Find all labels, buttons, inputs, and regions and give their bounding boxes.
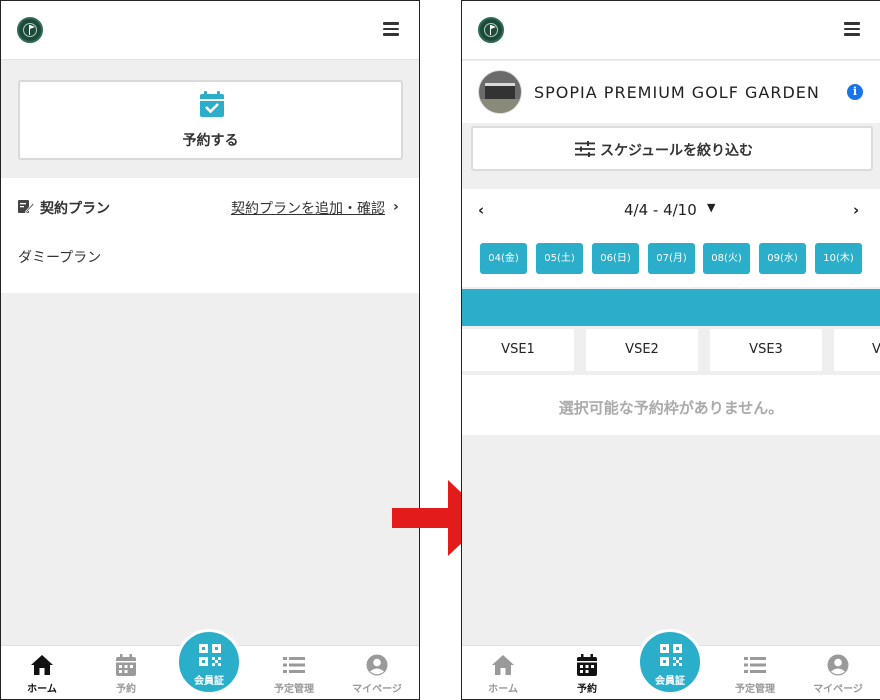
nav-schedule-label: 予定管理 bbox=[735, 684, 775, 695]
caret-down-icon[interactable]: ▼ bbox=[707, 201, 715, 214]
nav-home-label: ホーム bbox=[27, 684, 57, 695]
sliders-icon bbox=[575, 141, 595, 157]
reserve-button-label: 予約する bbox=[182, 133, 239, 149]
member-card-button[interactable]: 会員証 bbox=[637, 629, 703, 695]
hamburger-menu-icon[interactable] bbox=[383, 22, 399, 36]
chevron-right-icon[interactable]: › bbox=[853, 201, 859, 219]
facility-header: SPOPIA PREMIUM GOLF GARDEN i bbox=[462, 61, 880, 123]
chevron-right-icon[interactable]: › bbox=[393, 199, 399, 215]
date-selector: ‹ 4/4 - 4/10 ▼ › 04(金) 05(土) 06(日) 07(月)… bbox=[462, 189, 880, 287]
list-icon bbox=[744, 657, 766, 673]
nav-home[interactable]: ホーム bbox=[7, 654, 77, 695]
edit-document-icon bbox=[18, 200, 34, 214]
empty-message: 選択可能な予約枠がありません。 bbox=[558, 399, 784, 417]
bay-tab-vse2[interactable]: VSE2 bbox=[586, 329, 698, 371]
schedule-header-band bbox=[462, 289, 880, 326]
nav-mypage[interactable]: マイページ bbox=[803, 654, 873, 695]
home-screen: 予約する 契約プラン 契約プランを追加・確認 › ダミープラン ホーム 予約 会… bbox=[0, 0, 420, 700]
contract-plan-title: 契約プラン bbox=[40, 201, 110, 217]
calendar-check-icon bbox=[200, 91, 224, 117]
schedule-filter-button[interactable]: スケジュールを絞り込む bbox=[471, 126, 873, 171]
bay-tab-partial[interactable]: V bbox=[834, 329, 880, 371]
schedule-filter-label: スケジュールを絞り込む bbox=[600, 143, 754, 159]
nav-schedule[interactable]: 予定管理 bbox=[720, 654, 790, 695]
reservation-screen: SPOPIA PREMIUM GOLF GARDEN i スケジュールを絞り込む… bbox=[461, 0, 880, 700]
day-chip[interactable]: 07(月) bbox=[648, 243, 695, 274]
list-icon bbox=[283, 657, 305, 673]
member-card-label: 会員証 bbox=[194, 676, 224, 687]
user-circle-icon bbox=[827, 654, 849, 676]
facility-name: SPOPIA PREMIUM GOLF GARDEN bbox=[534, 83, 820, 102]
bay-tab-vse1[interactable]: VSE1 bbox=[462, 329, 574, 371]
home-icon bbox=[492, 655, 514, 675]
nav-reserve-label: 予約 bbox=[116, 684, 136, 695]
qr-code-icon bbox=[660, 644, 682, 666]
day-chip[interactable]: 05(土) bbox=[536, 243, 583, 274]
facility-thumbnail bbox=[478, 70, 522, 114]
bottom-nav: ホーム 予約 会員証 予定管理 マイページ bbox=[1, 629, 419, 699]
day-chip[interactable]: 09(水) bbox=[759, 243, 806, 274]
day-chip[interactable]: 06(日) bbox=[592, 243, 639, 274]
calendar-icon bbox=[577, 654, 597, 676]
nav-mypage-label: マイページ bbox=[352, 684, 402, 695]
day-chip[interactable]: 08(火) bbox=[703, 243, 750, 274]
add-confirm-plan-link[interactable]: 契約プランを追加・確認 bbox=[231, 198, 385, 218]
contract-plan-section: 契約プラン 契約プランを追加・確認 › ダミープラン bbox=[1, 178, 419, 293]
nav-reserve-label: 予約 bbox=[577, 684, 597, 695]
header bbox=[462, 1, 880, 60]
empty-state: 選択可能な予約枠がありません。 bbox=[462, 375, 880, 435]
user-circle-icon bbox=[366, 654, 388, 676]
member-card-label: 会員証 bbox=[655, 676, 685, 687]
nav-schedule-label: 予定管理 bbox=[274, 684, 314, 695]
day-chip[interactable]: 04(金) bbox=[480, 243, 527, 274]
nav-home-label: ホーム bbox=[488, 684, 518, 695]
nav-reserve[interactable]: 予約 bbox=[552, 654, 622, 695]
nav-schedule[interactable]: 予定管理 bbox=[259, 654, 329, 695]
day-chip[interactable]: 10(木) bbox=[815, 243, 862, 274]
home-icon bbox=[31, 655, 53, 675]
nav-home[interactable]: ホーム bbox=[468, 654, 538, 695]
golf-logo-icon[interactable] bbox=[478, 17, 504, 43]
calendar-icon bbox=[116, 654, 136, 676]
header bbox=[1, 1, 419, 60]
plan-name: ダミープラン bbox=[18, 250, 102, 266]
nav-reserve[interactable]: 予約 bbox=[91, 654, 161, 695]
member-card-button[interactable]: 会員証 bbox=[176, 629, 242, 695]
reserve-button[interactable]: 予約する bbox=[18, 80, 403, 160]
nav-mypage-label: マイページ bbox=[813, 684, 863, 695]
info-icon[interactable]: i bbox=[847, 84, 863, 100]
bay-tab-vse3[interactable]: VSE3 bbox=[710, 329, 822, 371]
bay-tabs: VSE1 VSE2 VSE3 V bbox=[462, 329, 880, 371]
date-range[interactable]: 4/4 - 4/10 bbox=[624, 201, 697, 219]
qr-code-icon bbox=[199, 644, 221, 666]
hamburger-menu-icon[interactable] bbox=[844, 22, 860, 36]
nav-mypage[interactable]: マイページ bbox=[342, 654, 412, 695]
golf-logo-icon[interactable] bbox=[17, 17, 43, 43]
bottom-nav: ホーム 予約 会員証 予定管理 マイページ bbox=[462, 629, 880, 699]
chevron-left-icon[interactable]: ‹ bbox=[478, 201, 484, 219]
